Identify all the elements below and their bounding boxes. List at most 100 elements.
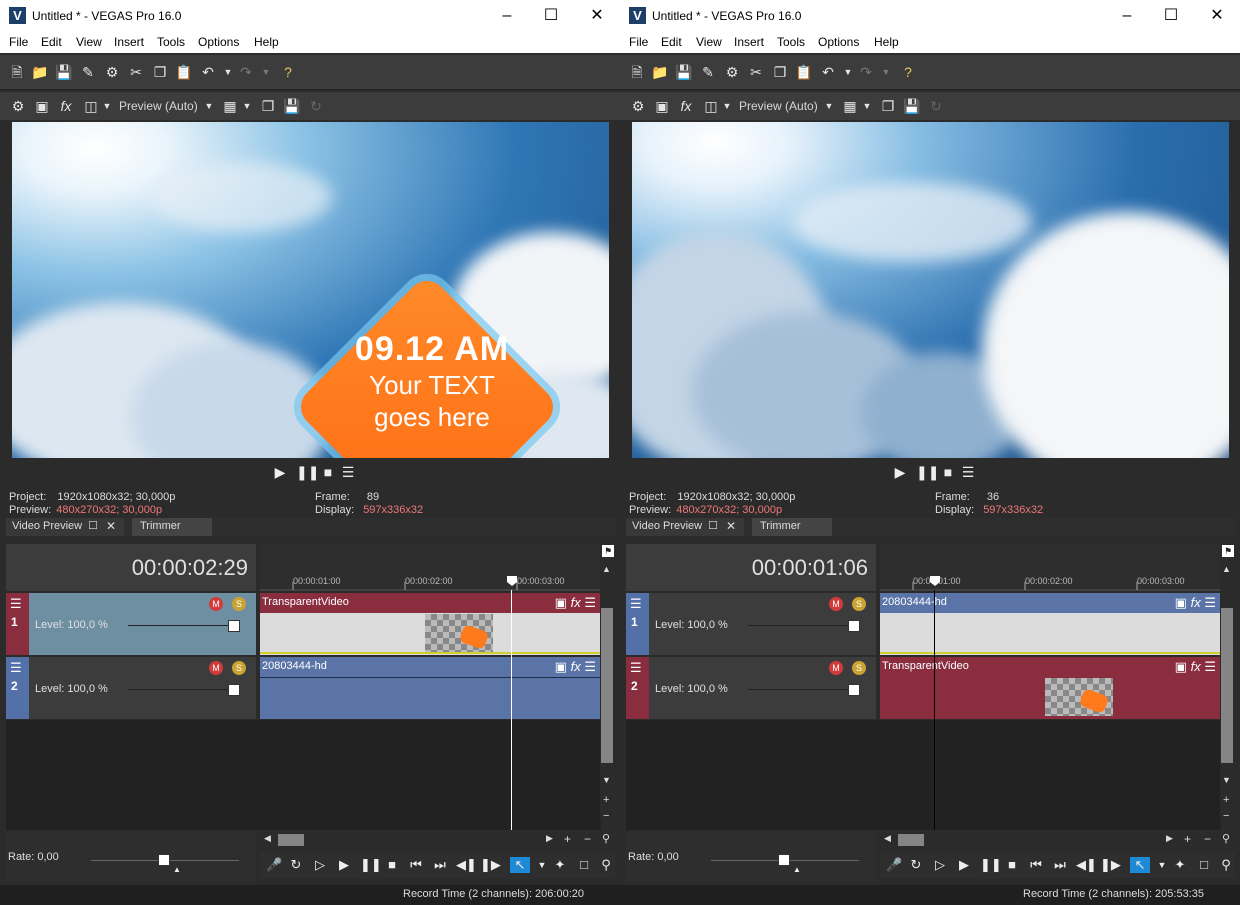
zoom-tool-icon[interactable]: ⚲ [602,832,610,845]
menu-tools[interactable]: Tools [157,35,185,49]
previous-frame-icon[interactable]: ◀❚ [456,857,477,873]
zoom-out-icon[interactable]: − [1223,810,1229,822]
zoom-edit-tool-icon[interactable]: ⚲ [598,857,614,873]
sync-icon[interactable]: ↻ [307,97,325,115]
zoom-in-icon[interactable]: + [603,794,609,806]
scroll-right-icon[interactable]: ▶ [546,833,553,844]
save-as-icon[interactable]: ✎ [79,63,97,81]
overlays-dropdown-icon[interactable]: ▼ [241,97,253,115]
scroll-up-icon[interactable]: ▲ [602,564,611,574]
zoom-tool-icon[interactable]: ⚲ [1222,832,1230,845]
new-icon[interactable]: 🗎 [628,63,646,81]
pause-icon[interactable]: ❚❚ [916,464,939,480]
preview-quality-dropdown-icon[interactable]: ▼ [823,97,835,115]
mute-icon[interactable]: M [209,597,223,611]
rate-slider-knob[interactable] [778,854,790,866]
split-screen-icon[interactable]: ◫ [82,97,100,115]
maximize-button[interactable]: ☐ [1148,0,1194,32]
event-track-2[interactable]: 20803444-hd ▣ fx ☰ [260,657,600,719]
menu-file[interactable]: File [9,35,28,49]
mute-icon[interactable]: M [829,661,843,675]
track-menu-icon[interactable]: ☰ [630,596,642,612]
menu-tools[interactable]: Tools [777,35,805,49]
tab-trimmer[interactable]: Trimmer [132,518,212,536]
copy-snapshot-icon[interactable]: ❐ [259,97,277,115]
timeline-empty-area[interactable] [626,720,1221,830]
tab-video-preview[interactable]: Video Preview ☐ ✕ [6,518,124,536]
save-icon[interactable]: 💾 [675,63,693,81]
solo-icon[interactable]: S [852,661,866,675]
menu-options[interactable]: Options [198,35,239,49]
play-icon[interactable]: ▶ [336,857,352,873]
stop-icon[interactable]: ■ [320,464,336,480]
mute-icon[interactable]: M [209,661,223,675]
track-menu-icon[interactable]: ☰ [10,596,22,612]
zoom-out-icon[interactable]: − [603,810,609,822]
menu-icon[interactable]: ☰ [1204,659,1216,674]
fx-icon[interactable]: fx [571,595,581,610]
crop-icon[interactable]: ▣ [1175,595,1187,610]
close-tab-icon[interactable]: ✕ [106,519,116,533]
timeline-ruler[interactable]: 00:00:01:00 00:00:02:00 00:00:03:00 [260,544,600,591]
zoom-edit-tool-icon[interactable]: ⚲ [1218,857,1234,873]
preview-properties-icon[interactable]: ⚙ [9,97,27,115]
envelope-tool-icon[interactable]: ✦ [552,857,568,873]
preview-quality-dropdown-icon[interactable]: ▼ [203,97,215,115]
vertical-scroll-thumb[interactable] [601,608,613,763]
level-slider-knob[interactable] [848,620,860,632]
marker-flag-icon[interactable]: ⚑ [602,545,614,557]
menu-view[interactable]: View [76,35,102,49]
play-icon[interactable]: ▶ [956,857,972,873]
go-to-start-icon[interactable]: ⏮ [408,857,424,873]
tab-trimmer[interactable]: Trimmer [752,518,832,536]
event-track-2[interactable]: TransparentVideo ▣ fx ☰ [880,657,1220,719]
overlays-dropdown-icon[interactable]: ▼ [861,97,873,115]
marker-flag-icon[interactable]: ⚑ [1222,545,1234,557]
undock-icon[interactable]: ☐ [708,519,718,532]
record-icon[interactable]: 🎤 [886,857,902,873]
envelope-tool-icon[interactable]: ✦ [1172,857,1188,873]
previous-frame-icon[interactable]: ◀❚ [1076,857,1097,873]
menu-options[interactable]: Options [818,35,859,49]
menu-edit[interactable]: Edit [41,35,62,49]
zoom-in-icon[interactable]: + [564,832,571,846]
menu-view[interactable]: View [696,35,722,49]
overlays-grid-icon[interactable]: ▦ [841,97,859,115]
menu-edit[interactable]: Edit [661,35,682,49]
fx-icon[interactable]: fx [1191,659,1201,674]
solo-icon[interactable]: S [232,661,246,675]
new-icon[interactable]: 🗎 [8,63,26,81]
event-track-1[interactable]: TransparentVideo ▣ fx ☰ [260,593,600,655]
horizontal-scroll-thumb[interactable] [278,834,304,846]
solo-icon[interactable]: S [232,597,246,611]
solo-icon[interactable]: S [852,597,866,611]
horizontal-scrollbar[interactable]: ◀ ▶ + − ⚲ [260,832,615,848]
timeline-ruler[interactable]: 00:00:01:00 00:00:02:00 00:00:03:00 [880,544,1220,591]
redo-dropdown-icon[interactable]: ▼ [877,63,895,81]
zoom-out-icon[interactable]: − [1204,832,1211,846]
fx-icon[interactable]: fx [677,97,695,115]
edit-tool-dropdown-icon[interactable]: ▼ [534,857,550,873]
go-to-end-icon[interactable]: ⏭ [1052,857,1068,873]
vertical-scroll-thumb[interactable] [1221,608,1233,763]
scroll-left-icon[interactable]: ◀ [884,833,891,844]
loop-icon[interactable]: ↻ [288,857,304,873]
horizontal-scrollbar[interactable]: ◀ ▶ + − ⚲ [880,832,1235,848]
edit-tool-dropdown-icon[interactable]: ▼ [1154,857,1170,873]
track-header-2[interactable]: ☰ 2 M S Level: 100,0 % [6,657,256,719]
cut-icon[interactable]: ✂ [747,63,765,81]
close-button[interactable]: ✕ [1194,0,1240,32]
paste-icon[interactable]: 📋 [795,63,813,81]
paste-icon[interactable]: 📋 [175,63,193,81]
copy-snapshot-icon[interactable]: ❐ [879,97,897,115]
open-icon[interactable]: 📁 [651,63,669,81]
track-menu-icon[interactable]: ☰ [10,660,22,676]
save-snapshot-icon[interactable]: 💾 [283,97,301,115]
next-frame-icon[interactable]: ❚▶ [1100,857,1121,873]
split-dropdown-icon[interactable]: ▼ [101,97,113,115]
play-from-start-icon[interactable]: ▷ [932,857,948,873]
external-monitor-icon[interactable]: ▣ [653,97,671,115]
go-to-end-icon[interactable]: ⏭ [432,857,448,873]
help-icon[interactable]: ? [899,63,917,81]
loop-icon[interactable]: ↻ [908,857,924,873]
